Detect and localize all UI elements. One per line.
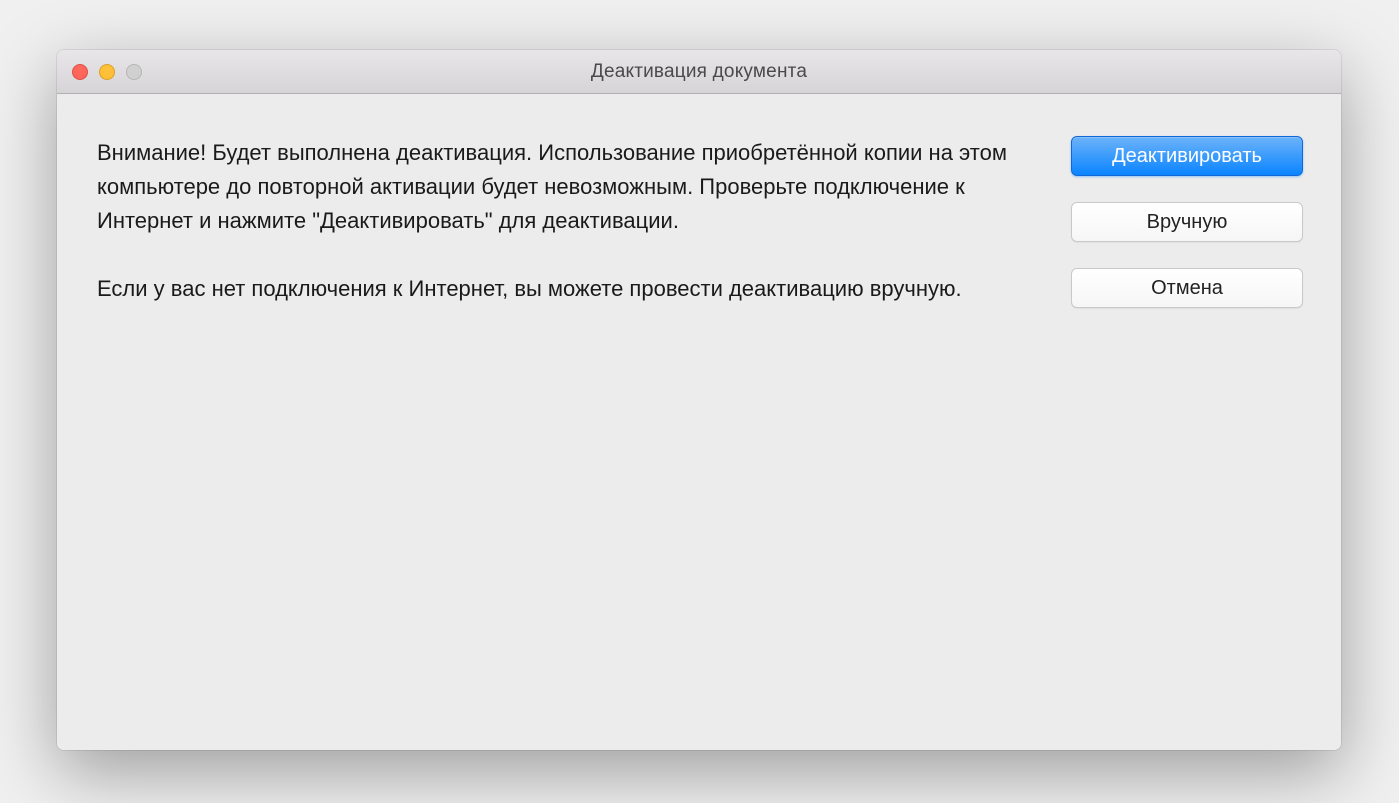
- maximize-icon: [126, 64, 142, 80]
- button-column: Деактивировать Вручную Отмена: [1071, 136, 1303, 714]
- titlebar: Деактивация документа: [57, 50, 1341, 94]
- cancel-button[interactable]: Отмена: [1071, 268, 1303, 308]
- manual-button[interactable]: Вручную: [1071, 202, 1303, 242]
- message-paragraph-1: Внимание! Будет выполнена деактивация. И…: [97, 136, 1031, 238]
- traffic-lights: [72, 64, 142, 80]
- dialog-message: Внимание! Будет выполнена деактивация. И…: [97, 136, 1031, 714]
- message-paragraph-2: Если у вас нет подключения к Интернет, в…: [97, 272, 1031, 306]
- deactivate-button[interactable]: Деактивировать: [1071, 136, 1303, 176]
- dialog-body: Внимание! Будет выполнена деактивация. И…: [57, 94, 1341, 750]
- window-title: Деактивация документа: [591, 61, 807, 83]
- minimize-icon[interactable]: [99, 64, 115, 80]
- dialog-window: Деактивация документа Внимание! Будет вы…: [57, 50, 1341, 750]
- close-icon[interactable]: [72, 64, 88, 80]
